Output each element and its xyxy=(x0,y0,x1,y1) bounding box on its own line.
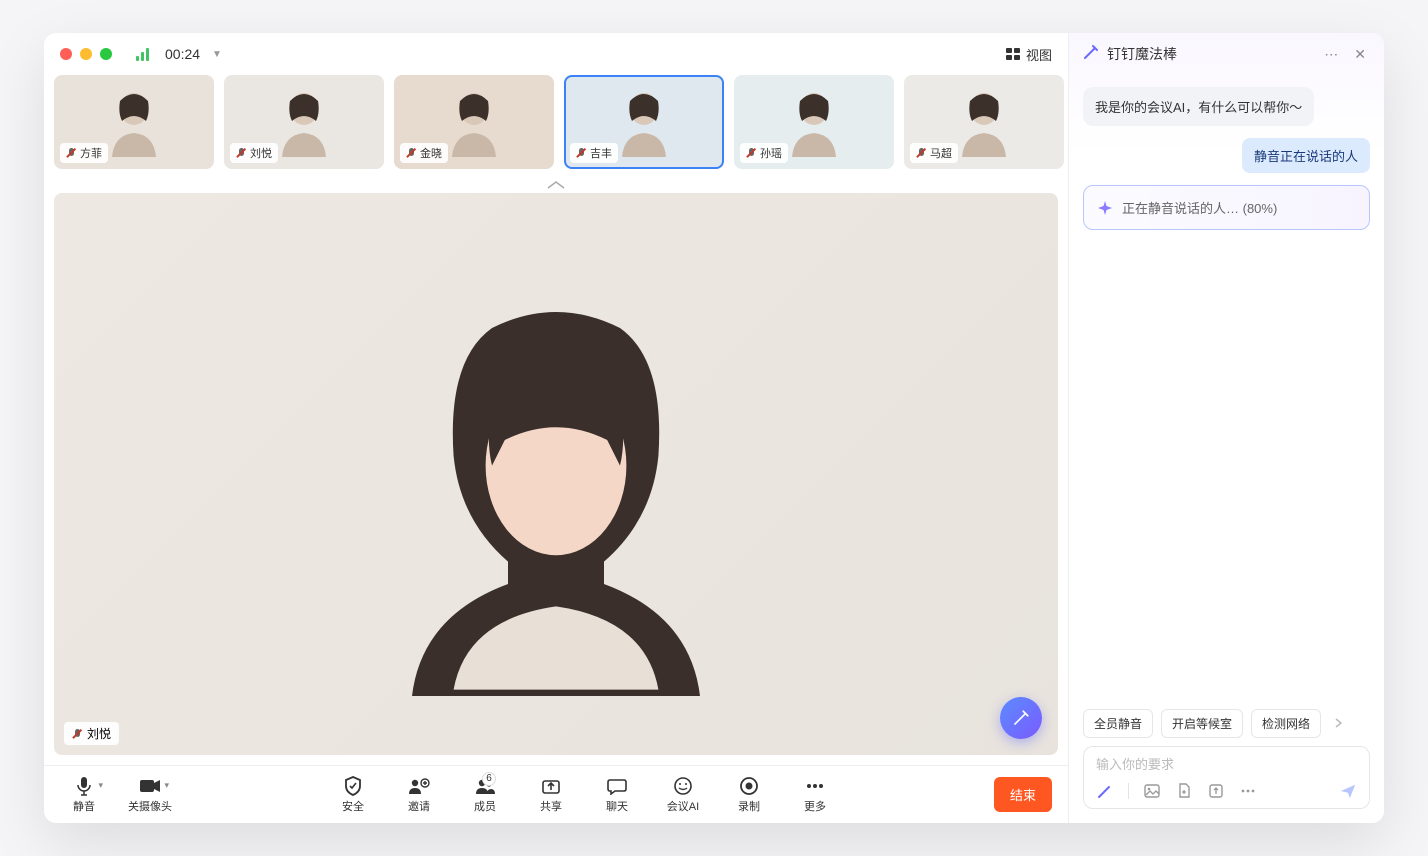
minimize-window-dot[interactable] xyxy=(80,48,92,60)
participant-name: 刘悦 xyxy=(250,145,272,161)
main-speaker-name: 刘悦 xyxy=(87,725,111,742)
mute-button[interactable]: ▾ 静音 xyxy=(60,776,108,814)
mic-muted-icon xyxy=(406,148,416,158)
wand-icon xyxy=(1083,44,1099,65)
chevron-up-icon xyxy=(546,180,566,190)
chip-waiting-room[interactable]: 开启等候室 xyxy=(1161,709,1243,738)
members-count-badge: 6 xyxy=(482,772,496,786)
share-screen-icon xyxy=(540,776,562,796)
person-placeholder-icon xyxy=(396,294,716,714)
ai-input-box[interactable] xyxy=(1083,746,1370,809)
mic-muted-icon xyxy=(72,729,82,739)
send-button[interactable] xyxy=(1339,782,1357,800)
ai-progress-card: 正在静音说话的人… (80%) xyxy=(1083,185,1370,230)
sidebar-more-button[interactable]: ⋯ xyxy=(1320,42,1342,67)
participant-tile[interactable]: 马超 xyxy=(904,75,1064,169)
mic-muted-icon xyxy=(236,148,246,158)
call-timer: 00:24 xyxy=(165,46,200,62)
sidebar-header: 钉钉魔法棒 ⋯ ✕ xyxy=(1069,33,1384,75)
members-icon: 6 xyxy=(474,776,496,796)
quick-actions-row: 全员静音 开启等候室 检测网络 xyxy=(1069,701,1384,746)
ai-assistant-fab[interactable] xyxy=(1000,697,1042,739)
end-call-button[interactable]: 结束 xyxy=(994,777,1052,812)
smile-icon xyxy=(672,776,694,796)
ai-prompt-input[interactable] xyxy=(1096,757,1357,772)
input-toolbar xyxy=(1096,782,1357,800)
main-area: 00:24 ▼ 视图 方菲 刘悦 xyxy=(44,33,1068,823)
bottom-controls: ▾ 静音 ▾ 关摄像头 安全 xyxy=(44,765,1068,823)
progress-text: 正在静音说话的人… (80%) xyxy=(1122,198,1277,217)
main-speaker-video[interactable]: 刘悦 xyxy=(54,193,1058,755)
participant-name-badge: 刘悦 xyxy=(230,143,278,163)
chips-scroll-right[interactable] xyxy=(1329,716,1349,732)
participant-name: 孙瑶 xyxy=(760,145,782,161)
chat-icon xyxy=(606,776,628,796)
security-button[interactable]: 安全 xyxy=(329,776,377,814)
camera-icon: ▾ xyxy=(139,776,161,796)
more-tools-icon[interactable] xyxy=(1239,782,1257,800)
participant-name-badge: 孙瑶 xyxy=(740,143,788,163)
microphone-icon: ▾ xyxy=(73,776,95,796)
mic-muted-icon xyxy=(576,148,586,158)
view-label: 视图 xyxy=(1026,45,1052,64)
wand-icon xyxy=(1012,709,1030,727)
participant-name-badge: 金晓 xyxy=(400,143,448,163)
upload-icon[interactable] xyxy=(1207,782,1225,800)
mic-muted-icon xyxy=(916,148,926,158)
timer-dropdown-caret[interactable]: ▼ xyxy=(212,49,222,60)
shield-icon xyxy=(342,776,364,796)
participant-name: 马超 xyxy=(930,145,952,161)
file-add-icon[interactable] xyxy=(1175,782,1193,800)
participant-name: 吉丰 xyxy=(590,145,612,161)
participant-name: 金晓 xyxy=(420,145,442,161)
mic-muted-icon xyxy=(66,148,76,158)
ai-chat-area: 我是你的会议AI，有什么可以帮你～ 静音正在说话的人 正在静音说话的人… (80… xyxy=(1069,75,1384,701)
more-button[interactable]: 更多 xyxy=(791,776,839,814)
participant-tile[interactable]: 刘悦 xyxy=(224,75,384,169)
grid-view-icon xyxy=(1006,48,1020,60)
mic-muted-icon xyxy=(746,148,756,158)
participant-tile[interactable]: 吉丰 xyxy=(564,75,724,169)
more-horizontal-icon xyxy=(804,776,826,796)
participant-tile[interactable]: 孙瑶 xyxy=(734,75,894,169)
participant-name-badge: 吉丰 xyxy=(570,143,618,163)
participants-strip: 方菲 刘悦 金晓 吉丰 孙瑶 xyxy=(44,75,1068,177)
participant-name-badge: 马超 xyxy=(910,143,958,163)
chevron-down-icon[interactable]: ▾ xyxy=(98,780,103,791)
ai-assistant-sidebar: 钉钉魔法棒 ⋯ ✕ 我是你的会议AI，有什么可以帮你～ 静音正在说话的人 正在静… xyxy=(1068,33,1384,823)
image-icon[interactable] xyxy=(1143,782,1161,800)
sidebar-title: 钉钉魔法棒 xyxy=(1107,44,1312,64)
fullscreen-window-dot[interactable] xyxy=(100,48,112,60)
change-view-button[interactable]: 视图 xyxy=(1006,45,1052,64)
ai-message: 我是你的会议AI，有什么可以帮你～ xyxy=(1083,87,1314,126)
wand-tool-icon[interactable] xyxy=(1096,782,1114,800)
traffic-lights[interactable] xyxy=(60,48,112,60)
members-button[interactable]: 6 成员 xyxy=(461,776,509,814)
main-speaker-name-badge: 刘悦 xyxy=(64,722,119,745)
collapse-strip-button[interactable] xyxy=(44,177,1068,193)
sidebar-close-button[interactable]: ✕ xyxy=(1350,42,1370,67)
chat-button[interactable]: 聊天 xyxy=(593,776,641,814)
participant-tile[interactable]: 金晓 xyxy=(394,75,554,169)
invite-button[interactable]: 邀请 xyxy=(395,776,443,814)
participant-name-badge: 方菲 xyxy=(60,143,108,163)
chip-check-network[interactable]: 检测网络 xyxy=(1251,709,1321,738)
share-button[interactable]: 共享 xyxy=(527,776,575,814)
chevron-down-icon[interactable]: ▾ xyxy=(164,780,169,791)
participant-tile[interactable]: 方菲 xyxy=(54,75,214,169)
record-button[interactable]: 录制 xyxy=(725,776,773,814)
chip-mute-all[interactable]: 全员静音 xyxy=(1083,709,1153,738)
record-icon xyxy=(738,776,760,796)
sparkle-icon xyxy=(1098,201,1112,215)
meeting-ai-button[interactable]: 会议AI xyxy=(659,776,707,814)
signal-strength-icon xyxy=(136,47,149,61)
camera-button[interactable]: ▾ 关摄像头 xyxy=(126,776,174,814)
close-window-dot[interactable] xyxy=(60,48,72,60)
user-message: 静音正在说话的人 xyxy=(1242,138,1370,173)
invite-icon xyxy=(408,776,430,796)
participant-name: 方菲 xyxy=(80,145,102,161)
app-window: 00:24 ▼ 视图 方菲 刘悦 xyxy=(44,33,1384,823)
window-top-bar: 00:24 ▼ 视图 xyxy=(44,33,1068,75)
